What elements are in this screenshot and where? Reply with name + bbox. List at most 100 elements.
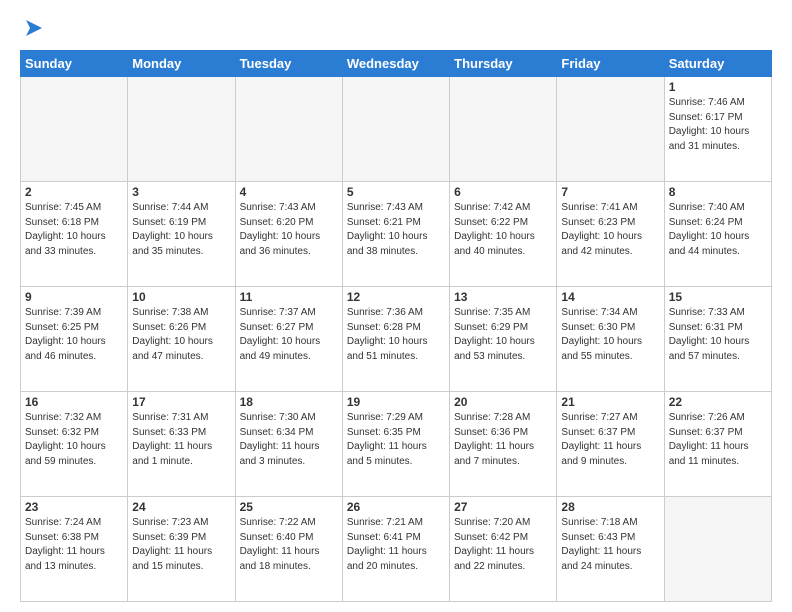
day-info: Sunrise: 7:46 AM Sunset: 6:17 PM Dayligh…: [669, 96, 767, 154]
week-row-1: 2 Sunrise: 7:45 AM Sunset: 6:18 PM Daylig…: [21, 182, 772, 287]
day-info: Sunrise: 7:45 AM Sunset: 6:18 PM Dayligh…: [25, 201, 123, 259]
weekday-header-tuesday: Tuesday: [235, 51, 342, 77]
day-info: Sunrise: 7:28 AM Sunset: 6:36 PM Dayligh…: [454, 411, 552, 469]
day-info: Sunrise: 7:21 AM Sunset: 6:41 PM Dayligh…: [347, 516, 445, 574]
day-info: Sunrise: 7:35 AM Sunset: 6:29 PM Dayligh…: [454, 306, 552, 364]
day-info: Sunrise: 7:37 AM Sunset: 6:27 PM Dayligh…: [240, 306, 338, 364]
calendar-cell: [450, 77, 557, 182]
day-info: Sunrise: 7:32 AM Sunset: 6:32 PM Dayligh…: [25, 411, 123, 469]
day-info: Sunrise: 7:44 AM Sunset: 6:19 PM Dayligh…: [132, 201, 230, 259]
calendar-cell: 4Sunrise: 7:43 AM Sunset: 6:20 PM Daylig…: [235, 182, 342, 287]
calendar-cell: 3 Sunrise: 7:44 AM Sunset: 6:19 PM Daylig…: [128, 182, 235, 287]
day-number: 18: [240, 395, 338, 409]
page: SundayMondayTuesdayWednesdayThursdayFrid…: [0, 0, 792, 612]
calendar-cell: 6 Sunrise: 7:42 AM Sunset: 6:22 PM Daylig…: [450, 182, 557, 287]
day-info: Sunrise: 7:38 AM Sunset: 6:26 PM Dayligh…: [132, 306, 230, 364]
week-row-2: 9 Sunrise: 7:39 AM Sunset: 6:25 PM Daylig…: [21, 287, 772, 392]
day-number: 14: [561, 290, 659, 304]
day-number: 5: [347, 185, 445, 199]
day-number: 2: [25, 185, 123, 199]
day-number: 11: [240, 290, 338, 304]
header: [20, 16, 772, 40]
day-number: 27: [454, 500, 552, 514]
calendar-cell: 20Sunrise: 7:28 AM Sunset: 6:36 PM Dayli…: [450, 392, 557, 497]
calendar-cell: 9 Sunrise: 7:39 AM Sunset: 6:25 PM Daylig…: [21, 287, 128, 392]
day-number: 1: [669, 80, 767, 94]
calendar-cell: 17 Sunrise: 7:31 AM Sunset: 6:33 PM Dayli…: [128, 392, 235, 497]
day-number: 13: [454, 290, 552, 304]
calendar-cell: 15 Sunrise: 7:33 AM Sunset: 6:31 PM Dayli…: [664, 287, 771, 392]
day-info: Sunrise: 7:36 AM Sunset: 6:28 PM Dayligh…: [347, 306, 445, 364]
week-row-4: 23 Sunrise: 7:24 AM Sunset: 6:38 PM Dayli…: [21, 497, 772, 602]
day-number: 19: [347, 395, 445, 409]
calendar-cell: [664, 497, 771, 602]
day-number: 25: [240, 500, 338, 514]
calendar-cell: 13 Sunrise: 7:35 AM Sunset: 6:29 PM Dayli…: [450, 287, 557, 392]
calendar-cell: 16 Sunrise: 7:32 AM Sunset: 6:32 PM Dayli…: [21, 392, 128, 497]
day-info: Sunrise: 7:20 AM Sunset: 6:42 PM Dayligh…: [454, 516, 552, 574]
day-info: Sunrise: 7:34 AM Sunset: 6:30 PM Dayligh…: [561, 306, 659, 364]
calendar-cell: [21, 77, 128, 182]
day-number: 10: [132, 290, 230, 304]
day-number: 4: [240, 185, 338, 199]
week-row-3: 16 Sunrise: 7:32 AM Sunset: 6:32 PM Dayli…: [21, 392, 772, 497]
day-number: 23: [25, 500, 123, 514]
weekday-header-sunday: Sunday: [21, 51, 128, 77]
calendar-cell: 24 Sunrise: 7:23 AM Sunset: 6:39 PM Dayli…: [128, 497, 235, 602]
day-number: 9: [25, 290, 123, 304]
day-info: Sunrise: 7:43 AM Sunset: 6:21 PM Dayligh…: [347, 201, 445, 259]
calendar-cell: 5 Sunrise: 7:43 AM Sunset: 6:21 PM Daylig…: [342, 182, 449, 287]
logo-icon: [22, 16, 46, 40]
day-info: Sunrise: 7:39 AM Sunset: 6:25 PM Dayligh…: [25, 306, 123, 364]
day-number: 28: [561, 500, 659, 514]
calendar-cell: 23 Sunrise: 7:24 AM Sunset: 6:38 PM Dayli…: [21, 497, 128, 602]
weekday-header-monday: Monday: [128, 51, 235, 77]
week-row-0: 1 Sunrise: 7:46 AM Sunset: 6:17 PM Daylig…: [21, 77, 772, 182]
calendar-cell: 22 Sunrise: 7:26 AM Sunset: 6:37 PM Dayli…: [664, 392, 771, 497]
calendar-cell: 8 Sunrise: 7:40 AM Sunset: 6:24 PM Daylig…: [664, 182, 771, 287]
calendar-cell: [128, 77, 235, 182]
weekday-header-friday: Friday: [557, 51, 664, 77]
calendar-cell: 12 Sunrise: 7:36 AM Sunset: 6:28 PM Dayli…: [342, 287, 449, 392]
day-number: 24: [132, 500, 230, 514]
calendar-cell: 10 Sunrise: 7:38 AM Sunset: 6:26 PM Dayli…: [128, 287, 235, 392]
day-number: 6: [454, 185, 552, 199]
day-info: Sunrise: 7:40 AM Sunset: 6:24 PM Dayligh…: [669, 201, 767, 259]
day-info: Sunrise: 7:31 AM Sunset: 6:33 PM Dayligh…: [132, 411, 230, 469]
calendar-cell: 11 Sunrise: 7:37 AM Sunset: 6:27 PM Dayli…: [235, 287, 342, 392]
weekday-header-saturday: Saturday: [664, 51, 771, 77]
day-number: 21: [561, 395, 659, 409]
day-number: 17: [132, 395, 230, 409]
day-info: Sunrise: 7:29 AM Sunset: 6:35 PM Dayligh…: [347, 411, 445, 469]
day-number: 22: [669, 395, 767, 409]
day-info: Sunrise: 7:33 AM Sunset: 6:31 PM Dayligh…: [669, 306, 767, 364]
calendar-cell: [557, 77, 664, 182]
calendar-cell: [235, 77, 342, 182]
day-number: 26: [347, 500, 445, 514]
day-info: Sunrise: 7:24 AM Sunset: 6:38 PM Dayligh…: [25, 516, 123, 574]
weekday-header-wednesday: Wednesday: [342, 51, 449, 77]
day-number: 8: [669, 185, 767, 199]
calendar-cell: 26 Sunrise: 7:21 AM Sunset: 6:41 PM Dayli…: [342, 497, 449, 602]
day-info: Sunrise: 7:26 AM Sunset: 6:37 PM Dayligh…: [669, 411, 767, 469]
day-number: 12: [347, 290, 445, 304]
day-info: Sunrise: 7:27 AM Sunset: 6:37 PM Dayligh…: [561, 411, 659, 469]
calendar-cell: 21 Sunrise: 7:27 AM Sunset: 6:37 PM Dayli…: [557, 392, 664, 497]
day-info: Sunrise: 7:23 AM Sunset: 6:39 PM Dayligh…: [132, 516, 230, 574]
calendar: SundayMondayTuesdayWednesdayThursdayFrid…: [20, 50, 772, 602]
calendar-cell: 27 Sunrise: 7:20 AM Sunset: 6:42 PM Dayli…: [450, 497, 557, 602]
weekday-header-thursday: Thursday: [450, 51, 557, 77]
day-info: Sunrise: 7:41 AM Sunset: 6:23 PM Dayligh…: [561, 201, 659, 259]
calendar-cell: 2 Sunrise: 7:45 AM Sunset: 6:18 PM Daylig…: [21, 182, 128, 287]
calendar-cell: [342, 77, 449, 182]
day-info: Sunrise: 7:18 AM Sunset: 6:43 PM Dayligh…: [561, 516, 659, 574]
day-number: 16: [25, 395, 123, 409]
day-number: 15: [669, 290, 767, 304]
day-info: Sunrise: 7:42 AM Sunset: 6:22 PM Dayligh…: [454, 201, 552, 259]
calendar-cell: 18Sunrise: 7:30 AM Sunset: 6:34 PM Dayli…: [235, 392, 342, 497]
day-info: Sunrise: 7:22 AM Sunset: 6:40 PM Dayligh…: [240, 516, 338, 574]
calendar-cell: 1 Sunrise: 7:46 AM Sunset: 6:17 PM Daylig…: [664, 77, 771, 182]
day-number: 3: [132, 185, 230, 199]
calendar-cell: 25 Sunrise: 7:22 AM Sunset: 6:40 PM Dayli…: [235, 497, 342, 602]
calendar-cell: 14 Sunrise: 7:34 AM Sunset: 6:30 PM Dayli…: [557, 287, 664, 392]
